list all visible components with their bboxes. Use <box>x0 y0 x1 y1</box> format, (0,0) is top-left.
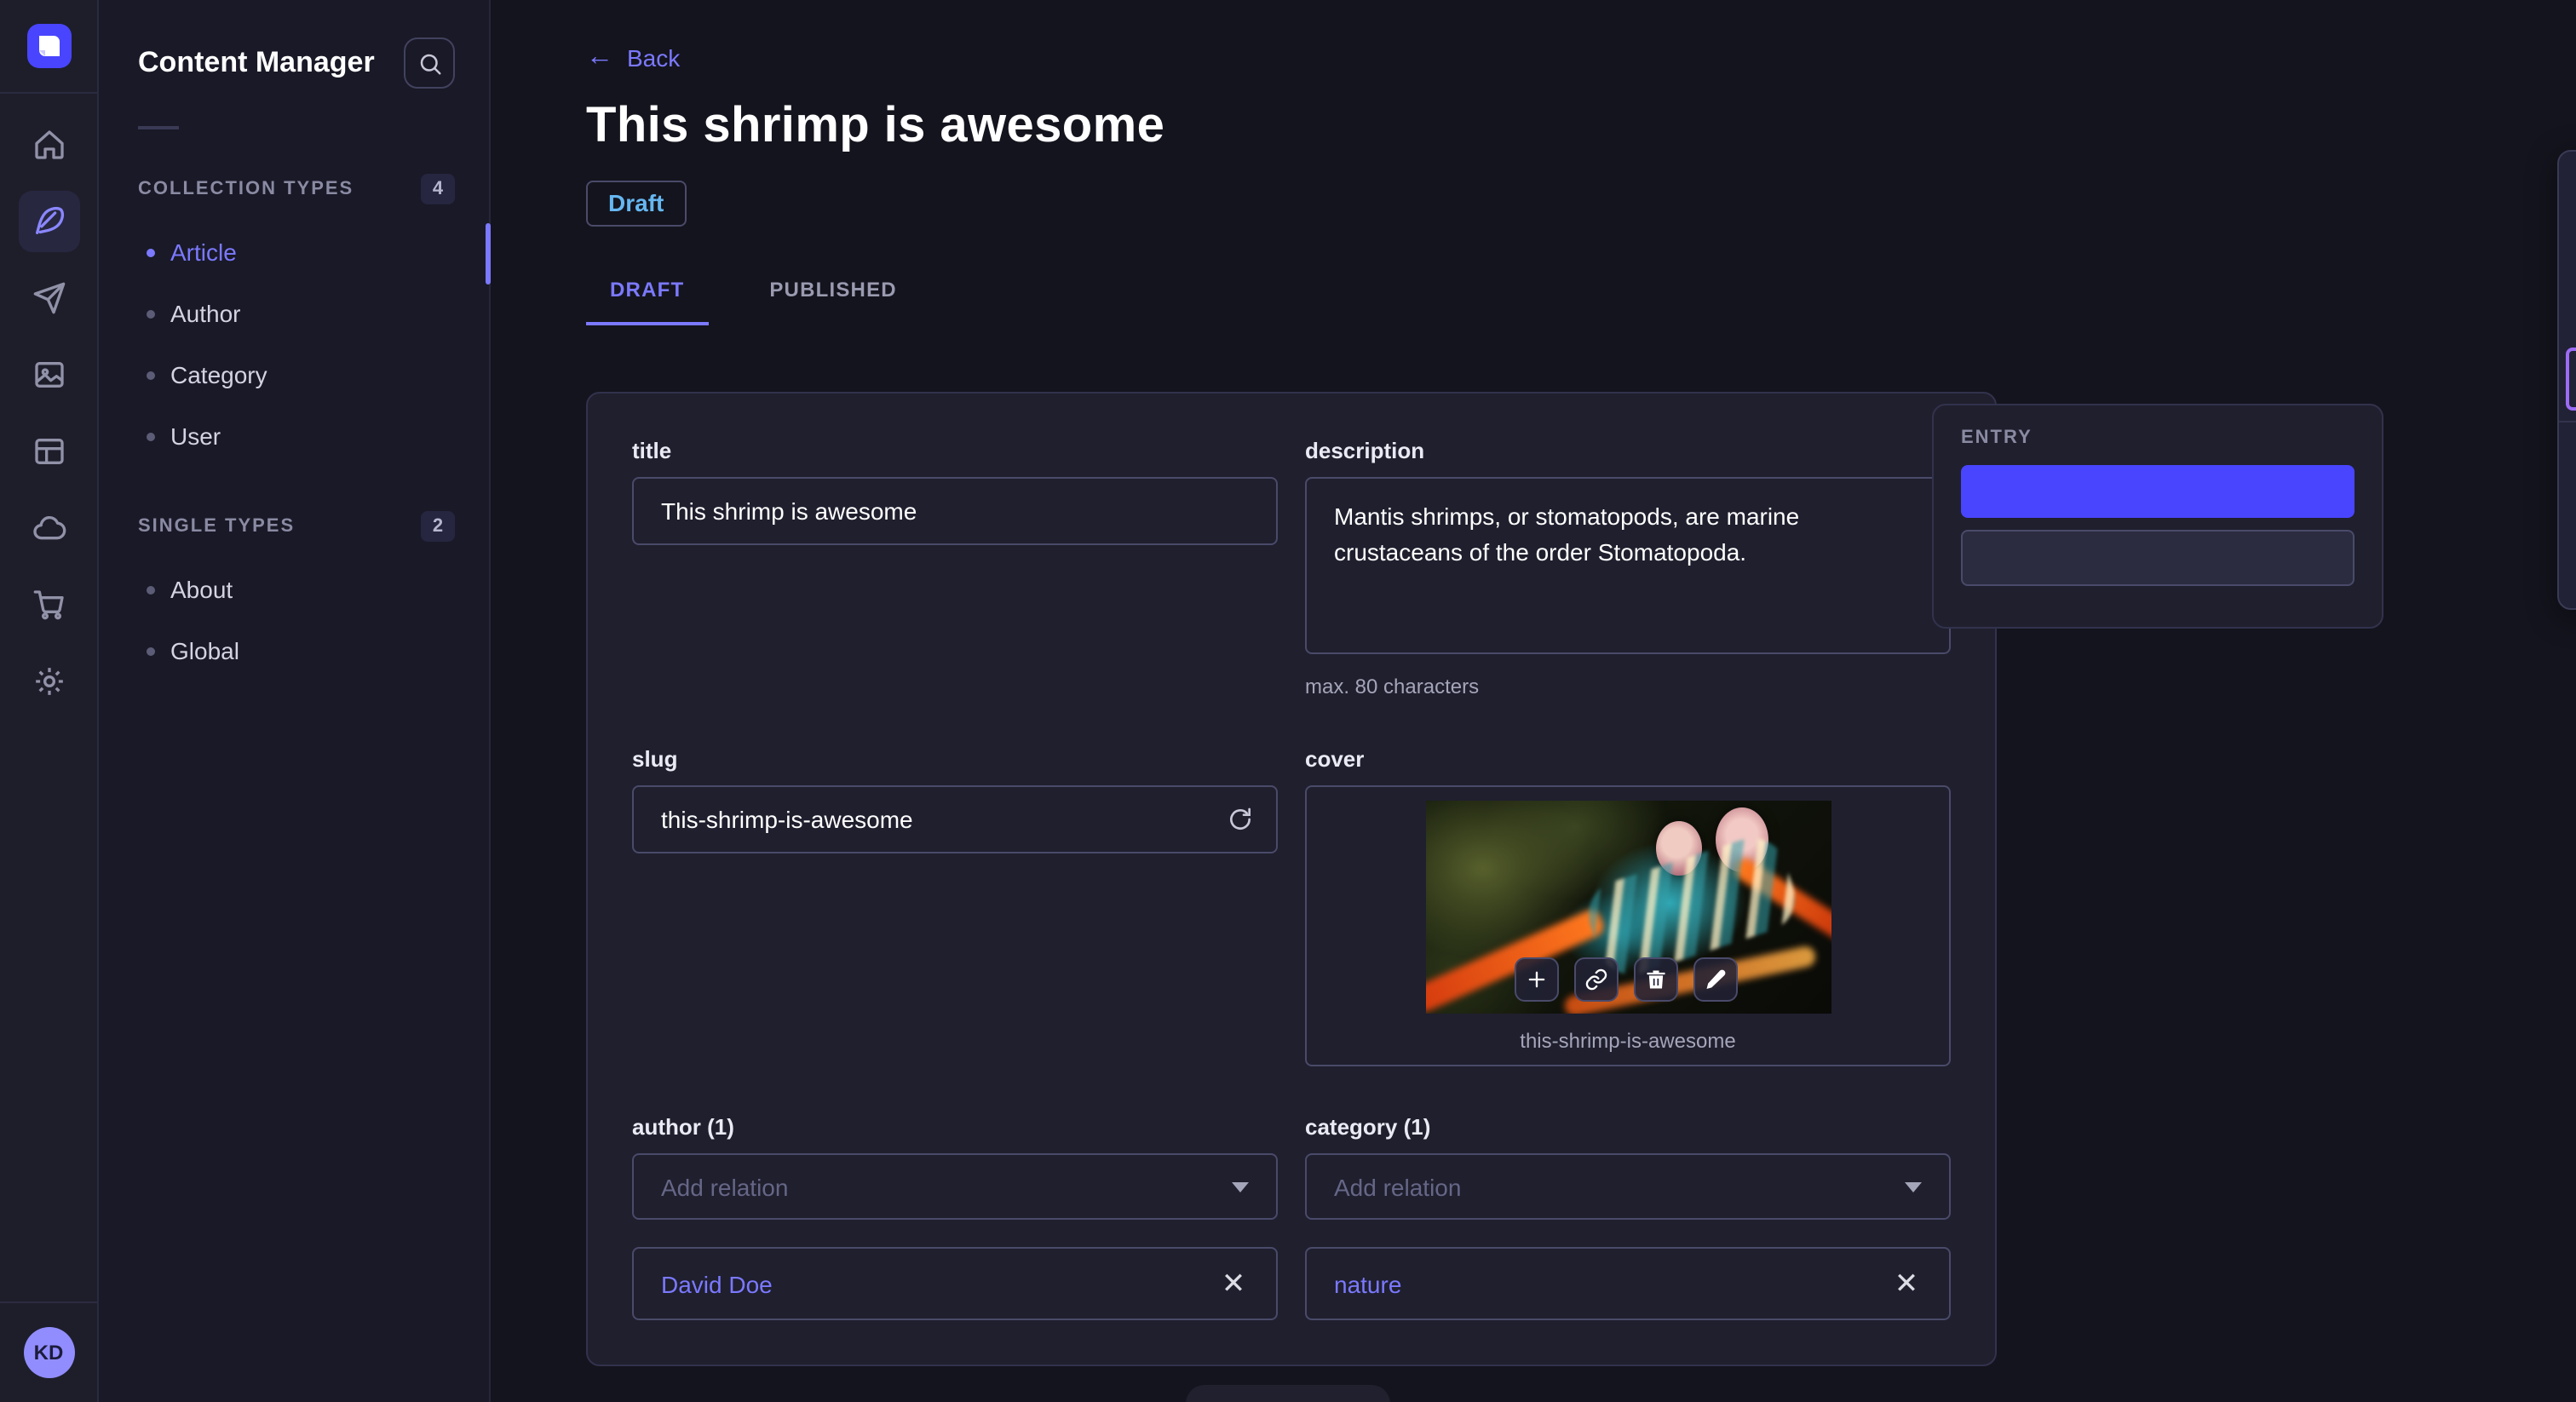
single-types-section: SINGLE TYPES 2 About Global <box>99 511 489 681</box>
menu-meta: Updated 2 hours ago Created 2 hours ago <box>2559 422 2576 608</box>
author-relation-select[interactable]: Add relation <box>632 1153 1278 1220</box>
section-label: SINGLE TYPES <box>138 516 296 537</box>
delete-media-button[interactable] <box>1633 957 1677 1002</box>
field-label: description <box>1305 438 1425 463</box>
remove-relation-icon[interactable]: ✕ <box>1888 1265 1925 1302</box>
sidebar-item-about[interactable]: About <box>99 559 489 620</box>
slug-field: slug <box>632 746 1278 1066</box>
tab-bar: DRAFT PUBLISHED <box>586 267 2576 325</box>
description-textarea[interactable]: Mantis shrimps, or stomatopods, are mari… <box>1305 477 1951 654</box>
bullet-icon <box>147 646 155 655</box>
back-link[interactable]: ← Back <box>586 43 680 72</box>
bullet-icon <box>147 248 155 256</box>
edit-media-button[interactable] <box>1693 957 1737 1002</box>
delete-media-icon <box>1646 970 1665 989</box>
field-label: title <box>632 438 672 463</box>
author-relation-item: David Doe ✕ <box>632 1247 1278 1320</box>
cover-caption: this-shrimp-is-awesome <box>1520 1029 1736 1053</box>
paper-plane-icon[interactable] <box>18 267 79 329</box>
field-label: category (1) <box>1305 1114 1431 1140</box>
title-input[interactable] <box>632 477 1278 545</box>
cloud-icon[interactable] <box>18 497 79 559</box>
search-icon <box>419 53 440 74</box>
status-badge: Draft <box>586 181 687 227</box>
entry-panel: ENTRY <box>1932 404 2383 629</box>
subnav-title: Content Manager <box>138 46 375 78</box>
strapi-logo[interactable] <box>26 24 71 68</box>
link-icon <box>1584 968 1607 991</box>
count-badge: 2 <box>421 511 455 542</box>
field-label: cover <box>1305 746 1365 772</box>
menu-item-edit-the-model[interactable]: Edit the model <box>2559 162 2576 223</box>
page-title: This shrimp is awesome <box>586 99 1165 153</box>
marketplace-cart-icon[interactable] <box>18 574 79 635</box>
refresh-icon <box>1230 807 1251 830</box>
description-hint: max. 80 characters <box>1305 675 1480 698</box>
copy-link-button[interactable] <box>1573 957 1618 1002</box>
cover-field: cover this-shrimp-is-awesome <box>1305 746 1951 1066</box>
menu-item-configure-the-view[interactable]: Configure the view <box>2559 223 2576 284</box>
edit-media-icon <box>1705 969 1725 989</box>
search-button[interactable] <box>404 37 455 89</box>
entry-form-card: title description Mantis shrimps, or sto… <box>586 392 1997 1366</box>
add-media-button[interactable] <box>1514 957 1558 1002</box>
settings-gear-icon[interactable] <box>18 651 79 712</box>
bullet-icon <box>147 309 155 318</box>
category-field: category (1) Add relation nature ✕ <box>1305 1114 1951 1320</box>
subnav-divider <box>138 126 179 129</box>
section-label: COLLECTION TYPES <box>138 179 354 199</box>
field-label: author (1) <box>632 1114 734 1140</box>
content-manager-subnav: Content Manager COLLECTION TYPES 4 Artic… <box>99 0 491 1402</box>
description-field: description Mantis shrimps, or stomatopo… <box>1305 438 1951 698</box>
home-icon[interactable] <box>18 114 79 175</box>
bullet-icon <box>147 432 155 440</box>
regenerate-slug-button[interactable] <box>1223 802 1257 836</box>
rail-divider <box>0 1301 97 1303</box>
entry-secondary-button[interactable] <box>1961 530 2355 586</box>
collection-types-section: COLLECTION TYPES 4 Article Author Catego… <box>99 174 489 467</box>
add-media-icon <box>1527 971 1544 988</box>
chevron-down-icon <box>1232 1181 1249 1192</box>
cover-image[interactable] <box>1425 801 1831 1014</box>
entry-actions-menu: Edit the model Configure the view Conten… <box>2557 150 2576 610</box>
sidebar-item-global[interactable]: Global <box>99 620 489 681</box>
bullet-icon <box>147 371 155 379</box>
tab-draft[interactable]: DRAFT <box>586 267 709 325</box>
sidebar-item-article[interactable]: Article <box>99 221 489 283</box>
category-relation-item: nature ✕ <box>1305 1247 1951 1320</box>
remove-relation-icon[interactable]: ✕ <box>1215 1265 1252 1302</box>
tab-published[interactable]: PUBLISHED <box>745 267 921 325</box>
chevron-down-icon <box>1905 1181 1922 1192</box>
author-field: author (1) Add relation David Doe ✕ <box>632 1114 1278 1320</box>
sidebar-item-author[interactable]: Author <box>99 283 489 344</box>
relation-link[interactable]: nature <box>1334 1270 1401 1297</box>
content-manager-icon[interactable] <box>18 191 79 252</box>
menu-item-content-history[interactable]: Content History <box>2559 284 2576 346</box>
user-avatar[interactable]: KD <box>23 1327 74 1378</box>
category-relation-select[interactable]: Add relation <box>1305 1153 1951 1220</box>
entry-primary-button[interactable] <box>1961 465 2355 518</box>
sidebar-item-category[interactable]: Category <box>99 344 489 405</box>
sidebar-item-user[interactable]: User <box>99 405 489 467</box>
back-arrow-icon: ← <box>586 43 613 72</box>
slug-input[interactable] <box>632 785 1278 853</box>
content-type-builder-icon[interactable] <box>18 421 79 482</box>
menu-item-delete-entry[interactable]: Delete entry <box>2566 348 2576 411</box>
nav-rail: KD <box>0 0 99 1402</box>
media-library-icon[interactable] <box>18 344 79 405</box>
main-content: ← Back This shrimp is awesome Draft DRAF… <box>491 0 2576 1402</box>
count-badge: 4 <box>421 174 455 204</box>
relation-link[interactable]: David Doe <box>661 1270 773 1297</box>
bullet-icon <box>147 585 155 594</box>
strapi-app: KD Content Manager COLLECTION TYPES 4 Ar… <box>0 0 2576 1402</box>
entry-panel-title: ENTRY <box>1961 428 2033 448</box>
title-field: title <box>632 438 1278 698</box>
cover-asset-card: this-shrimp-is-awesome <box>1305 785 1951 1066</box>
bottom-peek-element <box>1186 1385 1390 1402</box>
field-label: slug <box>632 746 678 772</box>
cover-actions <box>1514 957 1737 1002</box>
